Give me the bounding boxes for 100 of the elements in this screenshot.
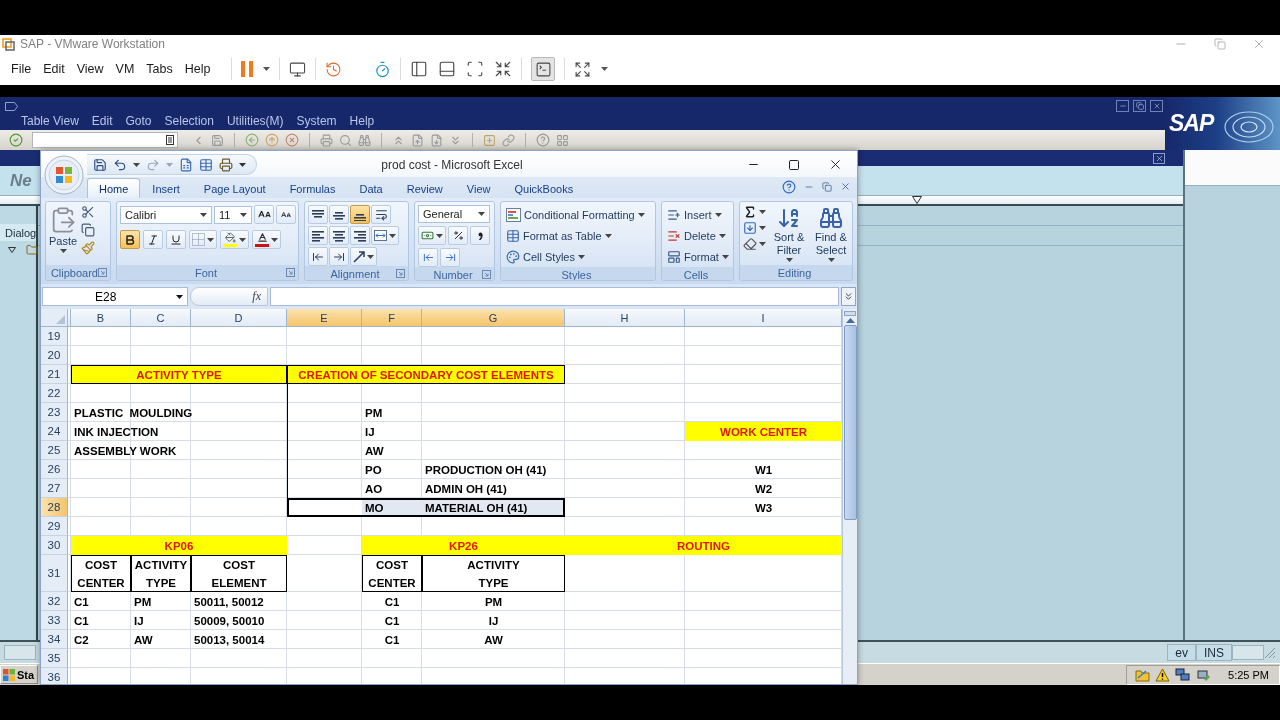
arrow-down-square-icon[interactable]: [743, 221, 757, 235]
close-icon[interactable]: [828, 157, 843, 172]
row-header[interactable]: 25: [41, 441, 68, 460]
scrollbar-thumb[interactable]: [843, 325, 857, 520]
borders-button[interactable]: [189, 230, 217, 249]
confirm-icon[interactable]: [9, 133, 23, 147]
row-header[interactable]: 35: [41, 649, 68, 668]
row-header[interactable]: 24: [41, 422, 68, 441]
paste-button[interactable]: Paste: [49, 205, 78, 265]
folder-icon[interactable]: [1135, 667, 1151, 682]
timer-icon[interactable]: [374, 60, 392, 78]
align-button[interactable]: [350, 205, 370, 224]
undo-icon[interactable]: [113, 157, 127, 172]
align-button[interactable]: [308, 226, 328, 245]
office-button[interactable]: [44, 154, 84, 195]
panel-bottom-icon[interactable]: [438, 60, 457, 78]
ribbon-tab[interactable]: QuickBooks: [502, 178, 586, 198]
column-header[interactable]: B: [71, 309, 131, 327]
wrap-text-button[interactable]: [371, 205, 391, 224]
tag-icon[interactable]: [5, 101, 18, 111]
expand-triangle-icon[interactable]: [8, 246, 16, 253]
cancel-icon[interactable]: [285, 133, 299, 147]
column-header[interactable]: E: [287, 309, 362, 327]
increase-decimal-button[interactable]: [418, 248, 438, 267]
percent-button[interactable]: [448, 226, 468, 245]
binoculars-icon[interactable]: [358, 133, 371, 147]
document-icon[interactable]: [166, 135, 174, 145]
font-color-button[interactable]: [252, 230, 281, 249]
menu-item[interactable]: Utilities(M): [226, 114, 284, 128]
menu-item[interactable]: Goto: [125, 114, 152, 128]
formula-input[interactable]: [270, 287, 839, 306]
cells-command[interactable]: Delete: [665, 226, 731, 246]
column-header[interactable]: I: [685, 309, 842, 327]
column-header[interactable]: C: [131, 309, 191, 327]
menu-item[interactable]: VM: [115, 62, 135, 76]
row-header[interactable]: 30: [41, 536, 68, 555]
menu-item[interactable]: Edit: [43, 62, 65, 76]
expand-formula-bar-button[interactable]: [841, 287, 856, 306]
font-size-field[interactable]: 11: [214, 205, 252, 224]
row-header[interactable]: 36: [41, 668, 68, 684]
eraser-icon[interactable]: [743, 237, 757, 251]
row-header[interactable]: 29: [41, 517, 68, 536]
cut-icon[interactable]: [81, 205, 96, 219]
styles-command[interactable]: Format as Table: [504, 226, 647, 246]
paintbrush-icon[interactable]: [81, 241, 96, 255]
column-header[interactable]: D: [191, 309, 287, 327]
split-handle[interactable]: [844, 311, 856, 316]
ribbon-tab[interactable]: Home: [87, 178, 141, 198]
merge-button[interactable]: [371, 226, 399, 245]
warning-icon[interactable]: [1155, 667, 1171, 682]
column-header[interactable]: H: [565, 309, 685, 327]
name-box[interactable]: E28: [42, 287, 188, 306]
row-header[interactable]: 28: [41, 498, 68, 517]
menu-item[interactable]: View: [76, 62, 104, 76]
shrink-font-button[interactable]: [276, 205, 296, 224]
menu-item[interactable]: Help: [349, 114, 375, 128]
ribbon-tab[interactable]: Data: [347, 178, 395, 198]
row-header[interactable]: 21: [41, 365, 68, 384]
editing-command[interactable]: Sort & Filter: [770, 205, 808, 265]
restore-button[interactable]: [1133, 100, 1146, 112]
row-header[interactable]: 23: [41, 403, 68, 422]
increase-indent-button[interactable]: [329, 247, 349, 266]
filter-icon[interactable]: [912, 196, 922, 204]
plus-square-icon[interactable]: [483, 133, 496, 147]
row-header[interactable]: 34: [41, 630, 68, 649]
panel-left-icon[interactable]: [410, 60, 429, 78]
row-header[interactable]: 22: [41, 384, 68, 403]
dialog-launcher-icon[interactable]: [482, 270, 491, 279]
font-style-button[interactable]: [120, 230, 140, 249]
maximize-icon[interactable]: [788, 158, 800, 171]
table-icon[interactable]: [199, 157, 213, 172]
row-header[interactable]: 32: [41, 592, 68, 611]
align-button[interactable]: [308, 205, 328, 224]
orientation-button[interactable]: [350, 247, 377, 266]
copy-icon[interactable]: [81, 223, 96, 237]
row-header[interactable]: 26: [41, 460, 68, 479]
help-icon[interactable]: [782, 179, 796, 194]
ribbon-tab[interactable]: View: [454, 178, 503, 198]
expand-icon[interactable]: [574, 60, 592, 78]
styles-command[interactable]: Cell Styles: [504, 247, 647, 267]
align-button[interactable]: [329, 205, 349, 224]
comma-button[interactable]: [470, 226, 490, 245]
minimize-button[interactable]: [1116, 100, 1129, 112]
menu-item[interactable]: File: [11, 62, 32, 76]
ribbon-tab[interactable]: Insert: [140, 178, 192, 198]
menu-item[interactable]: Help: [184, 62, 211, 76]
scrollbar[interactable]: [842, 309, 857, 684]
frame-icon[interactable]: [466, 60, 485, 78]
save-icon[interactable]: [93, 157, 107, 172]
file-arrow-up-icon[interactable]: [411, 133, 424, 147]
spreadsheet-icon[interactable]: [179, 157, 193, 172]
row-header[interactable]: 20: [41, 346, 68, 365]
align-button[interactable]: [350, 226, 370, 245]
resize-grip-icon[interactable]: [1264, 646, 1276, 659]
grid-icon[interactable]: [556, 133, 569, 147]
ribbon-tab[interactable]: Formulas: [277, 178, 348, 198]
menu-item[interactable]: Edit: [91, 114, 113, 128]
row-header[interactable]: 27: [41, 479, 68, 498]
network-icon[interactable]: [1175, 667, 1192, 682]
menu-item[interactable]: System: [296, 114, 337, 128]
